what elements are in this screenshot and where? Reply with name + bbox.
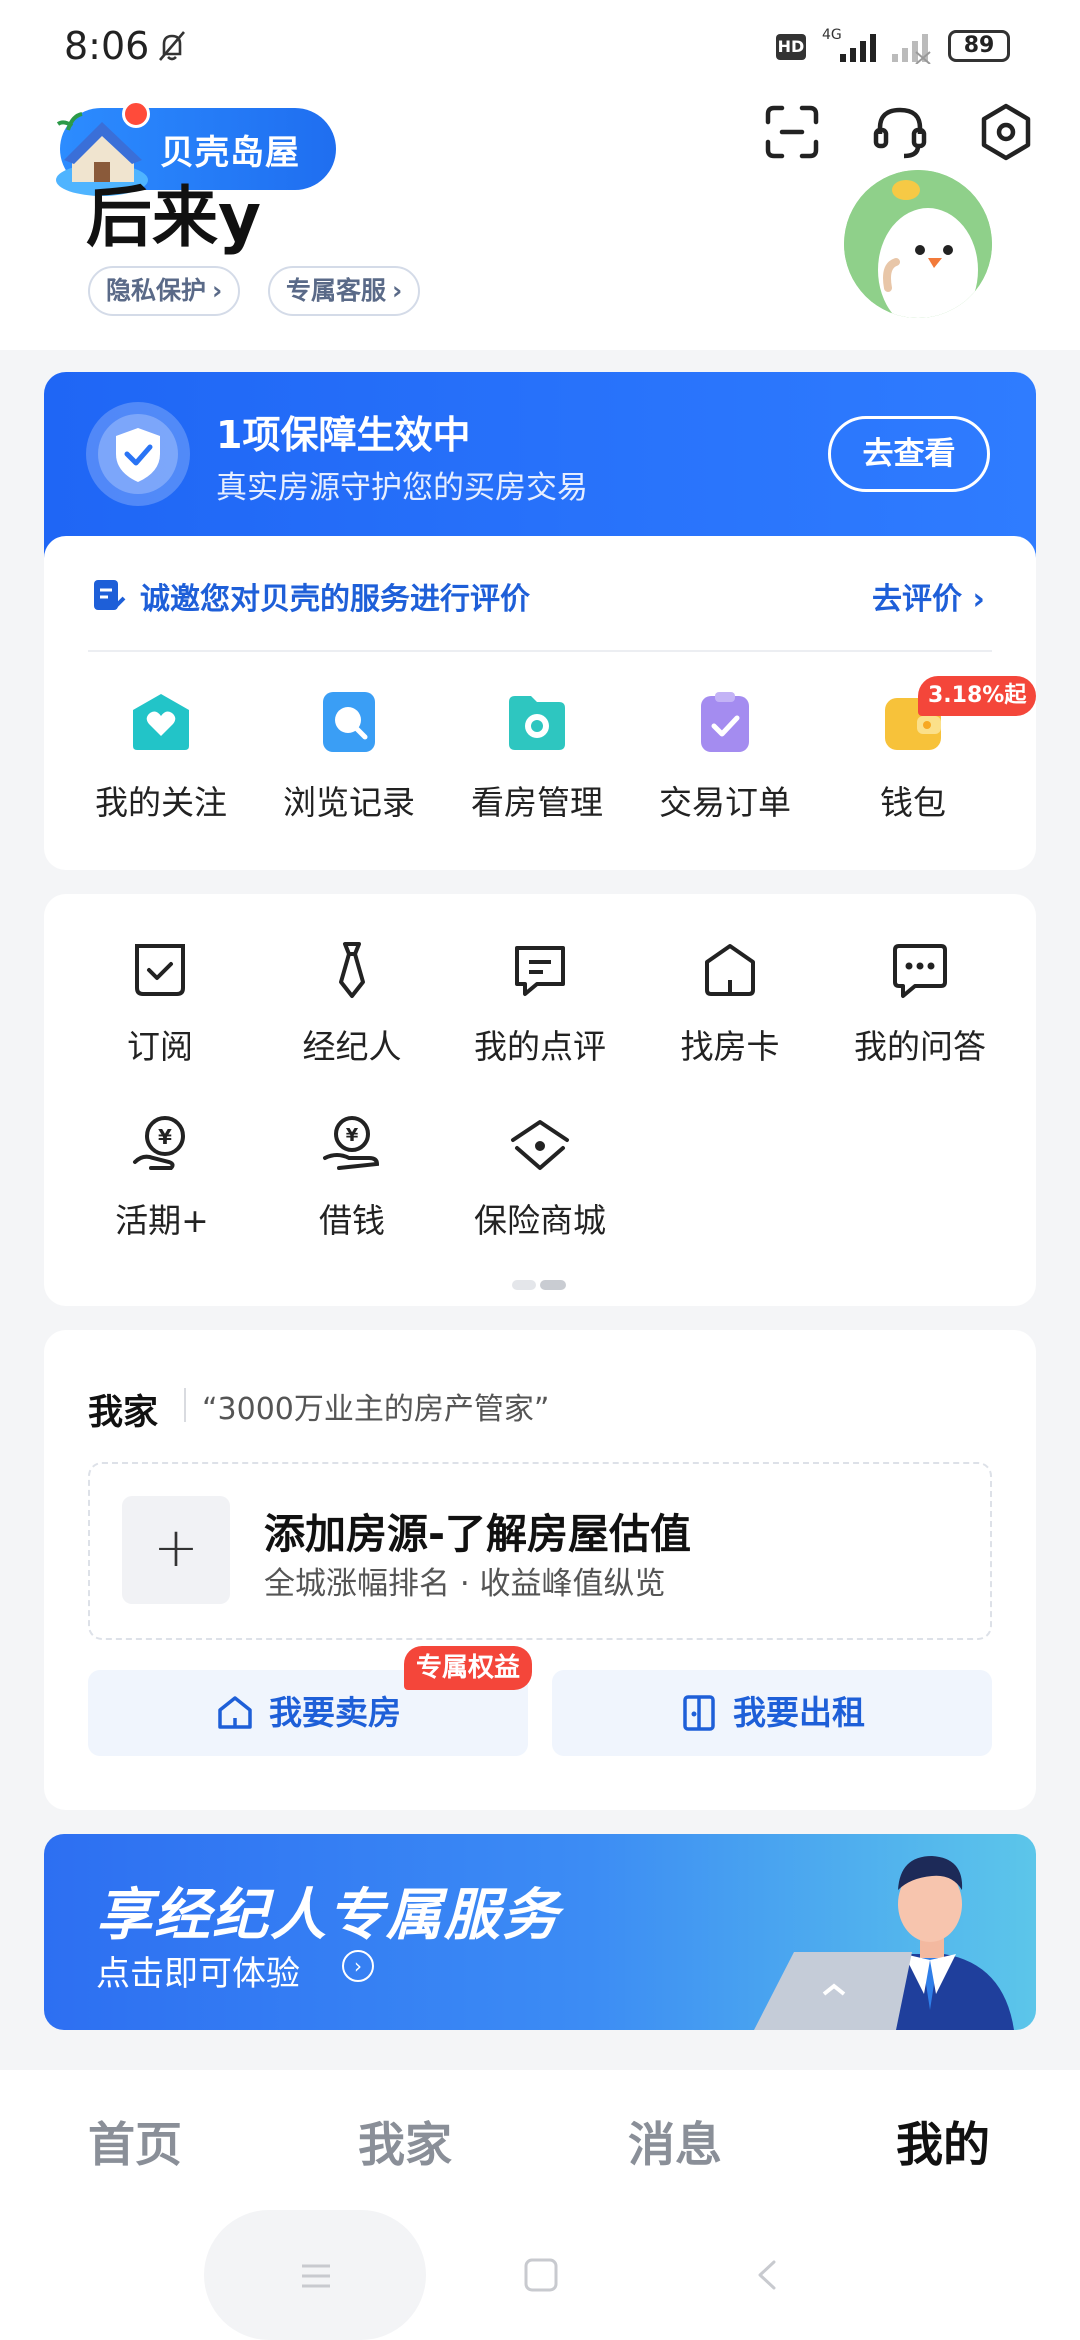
mute-bell-icon [159, 31, 185, 61]
tool-label: 我的点评 [474, 1027, 606, 1066]
qa-icon [893, 944, 947, 998]
divider [184, 1388, 186, 1422]
tool-label: 订阅 [127, 1027, 193, 1066]
tool-loan[interactable]: ¥ 借钱 [262, 1112, 442, 1242]
coin-hand-icon: ¥ [133, 1116, 185, 1170]
door-icon [683, 1695, 715, 1731]
wallet-rate-badge: 3.18%起 [918, 676, 1037, 716]
tool-label: 活期+ [115, 1201, 209, 1240]
shortcut-orders[interactable]: 交易订单 [640, 690, 810, 824]
sell-house-label: 我要卖房 [269, 1693, 401, 1732]
shortcut-label: 我的关注 [95, 783, 227, 822]
hd-badge: HD [776, 34, 806, 60]
heart-house-icon [133, 694, 189, 750]
banner-title: 享经纪人专属服务 [96, 1883, 560, 1948]
signal-no-service-icon [892, 34, 931, 64]
nav-my-home[interactable]: 我家 [358, 2106, 452, 2175]
tool-qa[interactable]: 我的问答 [830, 938, 1010, 1068]
tool-label: 经纪人 [302, 1027, 402, 1066]
shortcut-label: 交易订单 [659, 783, 791, 822]
privacy-chip[interactable]: 隐私保护 › [88, 266, 241, 316]
shortcut-history[interactable]: 浏览记录 [264, 690, 434, 824]
tool-review[interactable]: 我的点评 [450, 938, 630, 1068]
view-guarantee-button[interactable]: 去查看 [828, 416, 990, 492]
shortcut-label: 看房管理 [471, 783, 603, 822]
tool-agent[interactable]: 经纪人 [262, 938, 442, 1068]
status-time: 8:06 [64, 24, 150, 68]
shortcut-follow[interactable]: 我的关注 [76, 690, 246, 824]
service-chip-label: 专属客服 [286, 276, 387, 305]
subscribe-icon [135, 944, 185, 996]
perk-badge: 专属权益 [404, 1646, 533, 1690]
chevron-right-icon: › [392, 276, 403, 305]
guarantee-subtitle: 真实房源守护您的买房交易 [216, 470, 588, 506]
service-chip[interactable]: 专属客服 › [268, 266, 421, 316]
add-property-subtitle: 全城涨幅排名 · 收益峰值纵览 [264, 1566, 666, 1602]
browse-icon [323, 692, 375, 752]
my-home-title: 我家 [88, 1393, 159, 1433]
clipboard-check-icon [701, 692, 749, 752]
tool-house-card[interactable]: 找房卡 [640, 938, 820, 1068]
house-card-icon [705, 944, 755, 996]
shield-check-icon [98, 414, 178, 494]
chevron-right-icon: › [972, 582, 985, 617]
settings-icon[interactable] [974, 100, 1038, 164]
guarantee-title: 1项保障生效中 [216, 413, 471, 457]
nav-home[interactable]: 首页 [88, 2106, 182, 2175]
page-indicator [512, 1280, 566, 1290]
go-review-label: 去评价 [872, 582, 962, 617]
menu-icon[interactable] [296, 2258, 336, 2294]
add-property-title: 添加房源-了解房屋估值 [264, 1510, 692, 1558]
notification-dot [122, 100, 150, 128]
shortcut-label: 钱包 [880, 783, 946, 822]
tool-label: 借钱 [319, 1201, 385, 1240]
tool-insurance[interactable]: 保险商城 [450, 1112, 630, 1242]
svg-text:¥: ¥ [158, 1125, 172, 1149]
house-icon [218, 1696, 252, 1729]
scan-icon[interactable] [760, 100, 824, 164]
nav-messages[interactable]: 消息 [628, 2106, 722, 2175]
agent-tie-icon [339, 942, 365, 998]
review-invite-text[interactable]: 诚邀您对贝壳的服务进行评价 [140, 574, 530, 618]
tool-savings[interactable]: ¥ 活期+ [72, 1112, 252, 1242]
shield-badge [86, 402, 190, 506]
agent-illustration [754, 1856, 1014, 2030]
rent-out-label: 我要出租 [733, 1693, 865, 1732]
home-square-icon[interactable] [522, 2256, 560, 2294]
divider [88, 650, 992, 652]
signal-icon [840, 34, 876, 62]
my-home-slogan: “3000万业主的房产管家” [202, 1392, 550, 1427]
banner-subtitle: 点击即可体验 [96, 1954, 300, 1994]
go-review-link[interactable]: 去评价 › [872, 574, 985, 618]
tool-label: 我的问答 [854, 1027, 986, 1066]
tool-subscribe[interactable]: 订阅 [70, 938, 250, 1068]
rent-out-button[interactable]: 我要出租 [552, 1670, 992, 1756]
review-icon [515, 946, 565, 996]
plus-icon: + [122, 1496, 230, 1604]
insurance-icon [511, 1120, 569, 1170]
privacy-chip-label: 隐私保护 [106, 276, 207, 305]
headset-icon[interactable] [868, 100, 932, 164]
folder-eye-icon [509, 696, 565, 750]
shortcut-label: 浏览记录 [283, 783, 415, 822]
tool-label: 保险商城 [474, 1201, 606, 1240]
avatar-duck-icon [844, 170, 992, 318]
chevron-right-icon: › [212, 276, 223, 305]
nav-me[interactable]: 我的 [896, 2106, 990, 2175]
avatar[interactable] [844, 170, 992, 318]
island-label: 贝壳岛屋 [160, 133, 300, 173]
back-icon[interactable] [752, 2256, 782, 2294]
username: 后来y [86, 179, 262, 256]
battery-indicator: 89 [948, 30, 1010, 62]
chevron-right-circle-icon: › [342, 1950, 374, 1982]
shortcut-viewing[interactable]: 看房管理 [452, 690, 622, 824]
tool-label: 找房卡 [680, 1027, 780, 1066]
loan-icon: ¥ [323, 1116, 380, 1170]
review-doc-icon [94, 580, 126, 610]
svg-text:¥: ¥ [346, 1125, 359, 1146]
